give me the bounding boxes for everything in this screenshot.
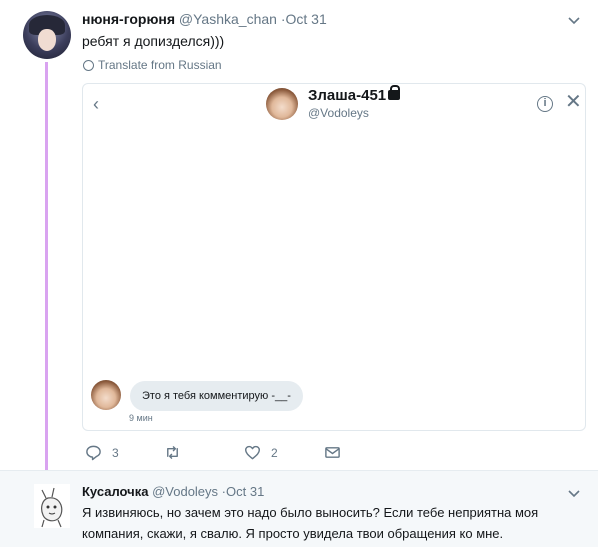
- info-icon[interactable]: i: [537, 96, 553, 112]
- dm-header: ‹ Злаша-451 @Vodoleys i ✕: [83, 84, 585, 128]
- back-chevron-icon[interactable]: ‹: [93, 94, 99, 115]
- dm-contact-name: Злаша-451: [308, 85, 401, 104]
- avatar-drawing: [41, 487, 63, 528]
- retweet-icon: [167, 446, 178, 459]
- author-name[interactable]: Кусалочка: [82, 484, 148, 499]
- reply-count: 3: [112, 445, 119, 460]
- author-name[interactable]: нюня-горюня: [82, 11, 175, 27]
- message-bubble: Это я тебя комментирую -__-: [130, 381, 303, 411]
- tweet-header: Кусалочка @Vodoleys ·Oct 31: [82, 484, 264, 499]
- like-button[interactable]: 2: [244, 444, 324, 461]
- reply-tweet[interactable]: Кусалочка @Vodoleys ·Oct 31 Я извиняюсь,…: [0, 470, 598, 547]
- reply-icon: [86, 445, 101, 461]
- message-time: 9 мин: [129, 413, 153, 423]
- author-handle[interactable]: @Vodoleys: [152, 484, 218, 499]
- tweet-text: ребят я допизделся))): [82, 33, 225, 49]
- retweet-button[interactable]: [164, 444, 244, 461]
- tweet[interactable]: нюня-горюня @Yashka_chan ·Oct 31 ребят я…: [0, 0, 598, 470]
- tweet-time[interactable]: Oct 31: [226, 484, 264, 499]
- avatar[interactable]: [23, 11, 71, 59]
- chevron-down-icon[interactable]: [568, 12, 580, 25]
- chevron-down-icon[interactable]: [568, 485, 580, 498]
- globe-icon: [83, 59, 94, 71]
- avatar[interactable]: [34, 484, 70, 528]
- tweet-header: нюня-горюня @Yashka_chan ·Oct 31: [82, 11, 327, 27]
- tweet-text: Я извиняюсь, но зачем это надо было выно…: [82, 505, 539, 541]
- tweet-actions: 3 2: [85, 444, 341, 461]
- author-handle[interactable]: @Yashka_chan: [179, 11, 277, 27]
- heart-icon: [244, 445, 261, 460]
- message-button[interactable]: [324, 444, 341, 461]
- like-count: 2: [271, 445, 278, 460]
- tweet-time[interactable]: Oct 31: [286, 11, 327, 27]
- translate-label[interactable]: Translate from Russian: [98, 58, 222, 72]
- close-icon[interactable]: ✕: [565, 92, 582, 112]
- lock-icon: [388, 85, 401, 100]
- message-avatar: [91, 380, 121, 410]
- dm-contact-handle: @Vodoleys: [308, 106, 369, 120]
- dm-avatar: [266, 88, 298, 120]
- translate-link[interactable]: Translate from Russian: [83, 58, 222, 72]
- envelope-icon: [325, 447, 340, 458]
- dm-screenshot-card[interactable]: ‹ Злаша-451 @Vodoleys i ✕ Это я тебя ком…: [82, 83, 586, 431]
- reply-button[interactable]: 3: [85, 444, 164, 461]
